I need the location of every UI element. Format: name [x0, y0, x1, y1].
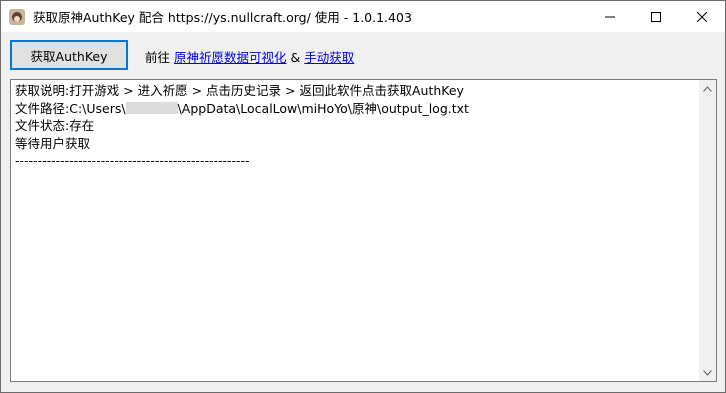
title-bar[interactable]: 获取原神AuthKey 配合 https://ys.nullcraft.org/…: [1, 1, 725, 32]
window-controls: [587, 1, 725, 32]
app-window: 获取原神AuthKey 配合 https://ys.nullcraft.org/…: [0, 0, 726, 393]
filepath-prefix: 文件路径:C:\Users\: [15, 100, 126, 116]
scroll-up-button[interactable]: [699, 80, 716, 97]
log-content: 获取说明:打开游戏 > 进入祈愿 > 点击历史记录 > 返回此软件点击获取Aut…: [15, 82, 696, 170]
log-line-waiting: 等待用户获取: [15, 135, 91, 151]
go-prefix: 前往: [145, 50, 171, 65]
toolbar: 获取AuthKey 前往 原神祈愿数据可视化 & 手动获取: [1, 32, 725, 74]
scroll-down-icon: [703, 369, 712, 376]
get-authkey-button[interactable]: 获取AuthKey: [10, 40, 128, 70]
app-icon: [9, 8, 25, 25]
link-line: 前往 原神祈愿数据可视化 & 手动获取: [145, 47, 354, 66]
log-line-file-status: 文件状态:存在: [15, 118, 95, 133]
log-line-instructions: 获取说明:打开游戏 > 进入祈愿 > 点击历史记录 > 返回此软件点击获取Aut…: [15, 83, 464, 98]
visualize-link[interactable]: 原神祈愿数据可视化: [174, 50, 287, 65]
log-line-filepath: 文件路径:C:\Users\ \AppData\LocalLow\miHoYo\原…: [15, 100, 696, 118]
log-textbox[interactable]: 获取说明:打开游戏 > 进入祈愿 > 点击历史记录 > 返回此软件点击获取Aut…: [10, 79, 717, 382]
redacted-username: [125, 101, 178, 114]
scroll-up-icon: [703, 85, 712, 92]
filepath-suffix: \AppData\LocalLow\miHoYo\原神\output_log.t…: [177, 100, 469, 116]
ampersand: &: [290, 50, 301, 65]
minimize-icon: [605, 16, 615, 17]
scroll-down-button[interactable]: [699, 364, 716, 381]
close-icon: [697, 11, 707, 22]
window-title: 获取原神AuthKey 配合 https://ys.nullcraft.org/…: [33, 10, 412, 25]
maximize-button[interactable]: [633, 1, 679, 32]
maximize-icon: [651, 11, 661, 22]
log-line-separator: ----------------------------------------…: [15, 153, 250, 168]
vertical-scrollbar[interactable]: [699, 80, 716, 381]
manual-get-link[interactable]: 手动获取: [304, 50, 354, 65]
close-button[interactable]: [679, 1, 725, 32]
minimize-button[interactable]: [587, 1, 633, 32]
